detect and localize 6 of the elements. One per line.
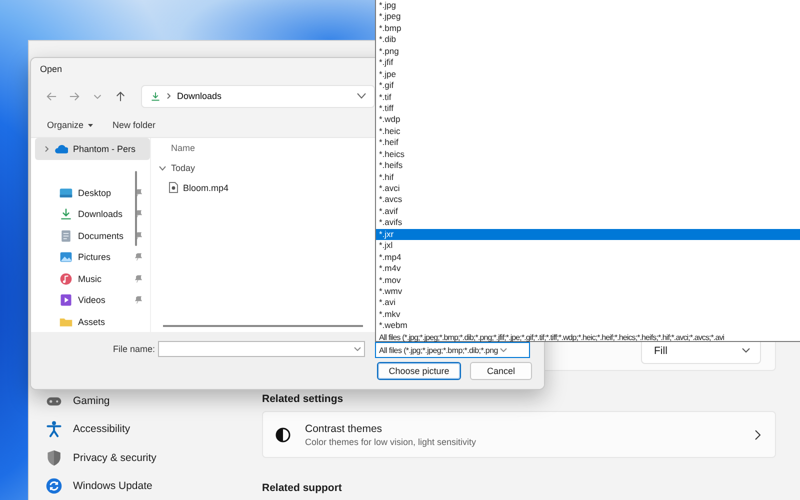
section-heading: Related support: [262, 482, 343, 494]
field-label: File name:: [112, 344, 156, 354]
card-subtitle: Color themes for low vision, light sensitivity: [305, 436, 478, 447]
window-title: Open: [40, 64, 62, 74]
section-heading: Related settings: [262, 393, 344, 406]
card-title: Contrast themes: [305, 422, 384, 435]
